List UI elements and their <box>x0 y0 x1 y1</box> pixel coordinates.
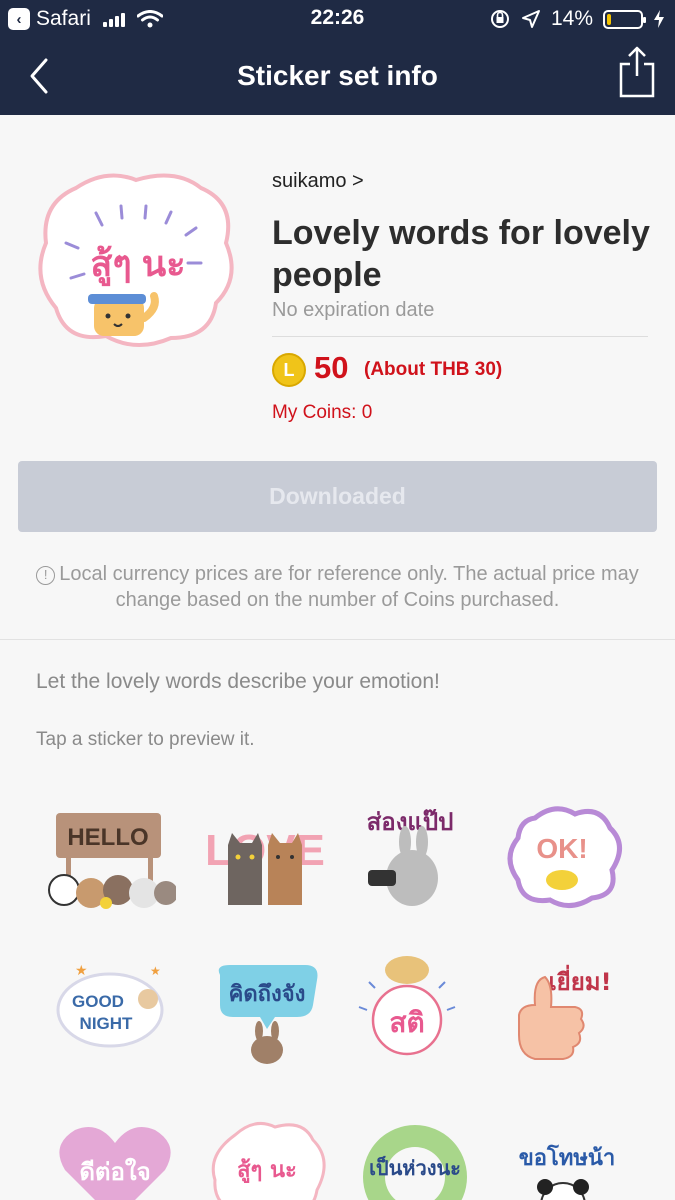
sticker-text: LOVE <box>205 826 325 875</box>
expiry-label: No expiration date <box>272 299 435 321</box>
navigation-bar: Sticker set info <box>0 38 675 115</box>
battery-icon <box>603 9 646 29</box>
sticker-text: สติ <box>389 1006 424 1039</box>
sticker-text: HELLO <box>67 824 148 851</box>
preview-hint: Tap a sticker to preview it. <box>36 729 255 750</box>
location-icon <box>521 10 540 28</box>
sticker-text: ขอโทษน้า <box>519 1144 615 1171</box>
sticker-text: OK! <box>536 833 587 864</box>
info-icon: ! <box>36 566 56 585</box>
carrier-label: Safari <box>36 7 91 30</box>
sticker-good-night[interactable]: GOOD NIGHT ★ ★ <box>50 955 180 1070</box>
currency-notice-text: Local currency prices are for reference … <box>59 563 639 611</box>
price-local-currency: (About THB 30) <box>364 359 503 380</box>
sticker-set-description: Let the lovely words describe your emoti… <box>36 670 440 693</box>
thumbnail-text: สู้ๆ นะ <box>90 243 185 287</box>
sticker-text-2: NIGHT <box>80 1014 134 1033</box>
sticker-thai1[interactable]: ส่องแป๊ป <box>350 800 480 915</box>
svg-text:★: ★ <box>150 964 161 978</box>
sticker-text: เยี่ยม! <box>548 964 611 996</box>
sticker-thai4[interactable]: เยี่ยม! <box>505 955 635 1070</box>
divider <box>272 336 648 337</box>
sticker-text: ดีต่อใจ <box>79 1157 150 1186</box>
sticker-thai5[interactable]: ดีต่อใจ <box>50 1115 180 1200</box>
section-divider <box>0 639 675 640</box>
top-bar: ‹ Safari 22:26 14% Sticker set info <box>0 0 675 115</box>
sticker-ok[interactable]: OK! <box>500 800 630 915</box>
svg-text:★: ★ <box>75 962 88 978</box>
status-bar: ‹ Safari 22:26 14% <box>0 0 675 38</box>
back-arrow-icon[interactable] <box>22 54 62 98</box>
sticker-text: สู้ๆ นะ <box>237 1158 297 1184</box>
battery-percent: 14% <box>550 7 593 30</box>
signal-icon <box>102 11 125 27</box>
sticker-text: เป็นห่วงนะ <box>369 1155 461 1180</box>
sticker-thai2[interactable]: คิดถึงจัง <box>205 955 335 1070</box>
page-title: Sticker set info <box>237 60 438 91</box>
wifi-icon <box>136 10 163 28</box>
sticker-love[interactable]: LOVE <box>200 805 330 920</box>
currency-notice: ! Local currency prices are for reference… <box>20 561 655 613</box>
price-value: 50 <box>314 350 349 385</box>
sticker-text-1: GOOD <box>72 992 124 1011</box>
line-coin-icon: L <box>272 353 306 387</box>
sticker-set-thumbnail: สู้ๆ นะ <box>38 173 234 348</box>
my-coins-balance: My Coins: 0 <box>272 402 373 423</box>
orientation-lock-icon <box>490 10 509 28</box>
sticker-thai8[interactable]: ขอโทษน้า <box>505 1115 635 1200</box>
sticker-hello[interactable]: HELLO <box>46 805 176 920</box>
sticker-text: ส่องแป๊ป <box>367 808 454 836</box>
sticker-set-title: Lovely words for lovely people <box>272 214 650 294</box>
charging-icon <box>654 10 664 28</box>
sticker-thai7[interactable]: เป็นห่วงนะ <box>355 1115 485 1200</box>
share-icon[interactable] <box>617 46 657 98</box>
sticker-thai3[interactable]: สติ <box>355 950 485 1065</box>
sticker-thai6[interactable]: สู้ๆ นะ <box>205 1115 335 1200</box>
author-link[interactable]: suikamo > <box>272 170 364 193</box>
sticker-text: คิดถึงจัง <box>229 982 306 1007</box>
download-button[interactable]: Downloaded <box>18 461 657 532</box>
back-to-app-icon[interactable]: ‹ <box>8 8 30 30</box>
